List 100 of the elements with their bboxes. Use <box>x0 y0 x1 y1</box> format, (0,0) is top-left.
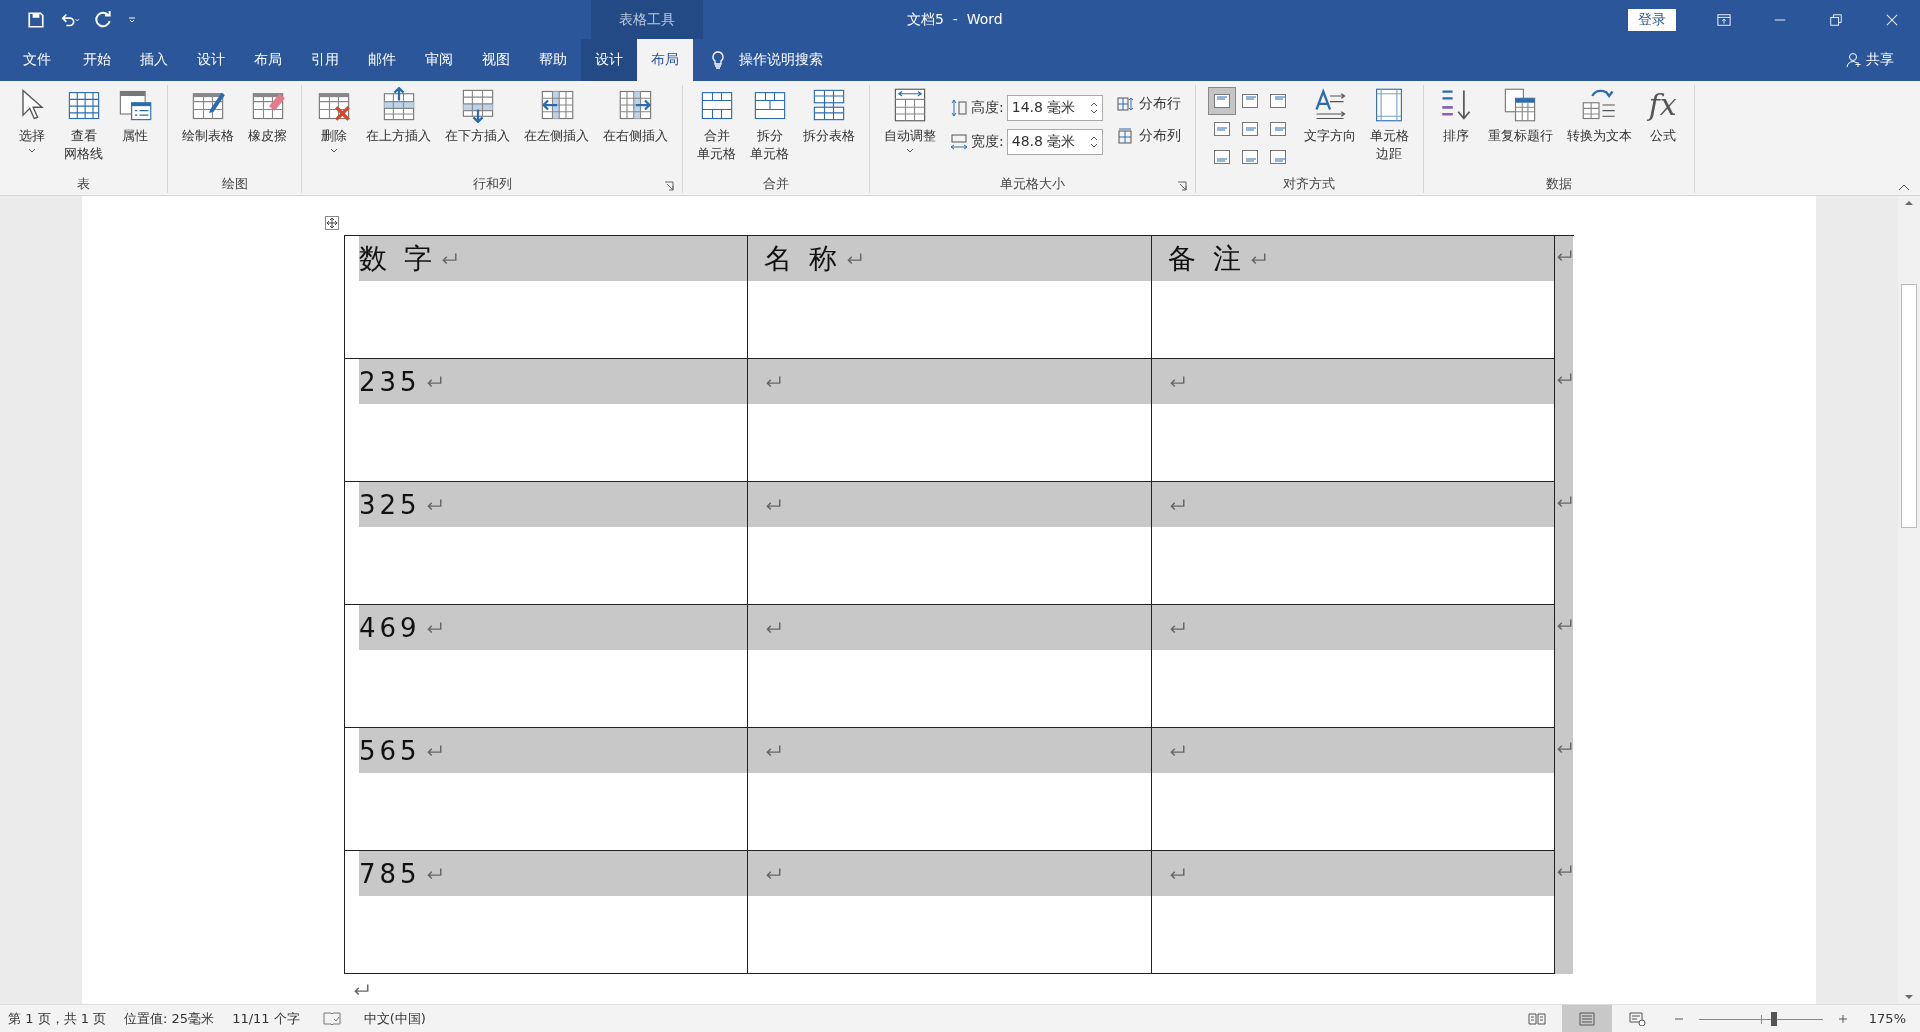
scroll-up-icon[interactable] <box>1904 200 1914 206</box>
share-button[interactable]: 共享 <box>1846 39 1894 81</box>
paragraph-mark-icon <box>1555 249 1573 263</box>
ribbon-button[interactable]: 转换为文本 <box>1560 85 1638 147</box>
restore-icon[interactable] <box>1829 12 1843 27</box>
zoom-in-icon[interactable] <box>1837 1013 1848 1024</box>
ribbon-button[interactable]: 拆分表格 <box>797 85 861 147</box>
zoom-slider-thumb[interactable] <box>1771 1011 1778 1026</box>
group-label: 绘图 <box>221 175 248 193</box>
split-table-icon <box>811 87 847 123</box>
ribbon-button[interactable]: 在右侧插入 <box>597 85 674 147</box>
ribbon-button[interactable]: 自动调整 <box>878 85 942 155</box>
dialog-launcher-icon[interactable] <box>1176 181 1187 191</box>
table-move-handle-icon[interactable] <box>325 216 339 230</box>
ribbon-button[interactable]: 属性 <box>111 85 159 147</box>
table-cell: 565 <box>345 728 748 851</box>
ribbon-tab[interactable]: 设计 <box>182 39 239 81</box>
align-icon <box>1269 94 1286 108</box>
redo-icon[interactable] <box>94 10 114 29</box>
tell-me-search[interactable]: 操作说明搜索 <box>711 39 823 81</box>
ribbon-tab[interactable]: 布局 <box>239 39 296 81</box>
customize-caret-icon[interactable] <box>128 15 136 24</box>
paragraph-mark-icon <box>1555 495 1573 509</box>
print-layout-icon <box>1577 1011 1596 1026</box>
size-label: 高度: <box>971 99 1004 117</box>
ribbon-button[interactable]: 查看 网格线 <box>58 85 109 165</box>
ribbon-small-button[interactable]: 分布列 <box>1116 127 1181 145</box>
group-label: 数据 <box>1545 175 1572 193</box>
vertical-scrollbar[interactable] <box>1898 196 1920 1004</box>
table-cell: 785 <box>345 851 748 974</box>
ribbon-tab[interactable]: 设计 <box>581 39 637 81</box>
distribute-columns-icon <box>1116 128 1133 144</box>
proofing-icon[interactable] <box>322 1011 341 1026</box>
size-field[interactable]: 48.8 毫米 <box>1006 129 1103 155</box>
scrollbar-thumb[interactable] <box>1901 284 1917 528</box>
ribbon-button[interactable]: 选择 <box>8 85 56 155</box>
ribbon-button[interactable]: 在上方插入 <box>360 85 437 147</box>
ribbon-button[interactable]: 橡皮擦 <box>242 85 293 147</box>
login-button[interactable]: 登录 <box>1628 8 1676 31</box>
ribbon-tab[interactable]: 文件 <box>6 39 68 81</box>
ribbon-button[interactable]: 在左侧插入 <box>518 85 595 147</box>
ribbon-tab[interactable]: 插入 <box>125 39 182 81</box>
paragraph-mark-icon <box>764 620 782 635</box>
ribbon-button[interactable]: 文字方向 <box>1297 85 1362 147</box>
table-header-cell: 名 称 <box>748 236 1152 359</box>
paragraph-mark-icon <box>1168 497 1186 512</box>
close-icon[interactable] <box>1885 12 1899 27</box>
dialog-launcher-icon[interactable] <box>664 181 674 191</box>
distribute-rows-icon <box>1116 96 1133 112</box>
size-field[interactable]: 14.8 毫米 <box>1006 95 1103 121</box>
zoom-level[interactable]: 175% <box>1868 1011 1906 1026</box>
table-cell: 235 <box>345 359 748 482</box>
collapse-ribbon-icon[interactable] <box>1898 183 1910 191</box>
save-icon[interactable] <box>26 10 46 29</box>
column-width-icon <box>950 133 968 151</box>
ribbon-tab[interactable]: 邮件 <box>353 39 410 81</box>
paragraph-mark-icon <box>764 497 782 512</box>
align-icon <box>1241 122 1258 136</box>
window-title: 文档5 - Word <box>906 9 1004 29</box>
ribbon-tab[interactable]: 开始 <box>68 39 125 81</box>
ribbon-button[interactable]: 删除 <box>310 85 358 155</box>
table-cell: 325 <box>345 482 748 605</box>
ribbon-button[interactable]: 绘制表格 <box>176 85 240 147</box>
ribbon-button[interactable]: 重复标题行 <box>1481 85 1559 147</box>
ribbon-button[interactable]: 合并 单元格 <box>691 85 742 165</box>
language-indicator[interactable]: 中文(中国) <box>363 1009 426 1028</box>
ribbon-tab[interactable]: 引用 <box>296 39 353 81</box>
ribbon-tab[interactable]: 帮助 <box>524 39 581 81</box>
ribbon-tab[interactable]: 视图 <box>467 39 524 81</box>
align-button[interactable] <box>1207 87 1236 115</box>
align-icon <box>1269 122 1286 136</box>
align-icon <box>1241 94 1258 108</box>
word-count[interactable]: 11/11 个字 <box>232 1009 300 1028</box>
align-icon <box>1269 150 1286 164</box>
paragraph-mark-icon <box>1555 864 1573 878</box>
align-icon <box>1213 122 1230 136</box>
group-label: 合并 <box>763 175 789 193</box>
paragraph-mark-icon <box>764 866 782 881</box>
ribbon-button[interactable]: fx 公式 <box>1639 85 1686 147</box>
ribbon-display-icon[interactable] <box>1717 12 1731 27</box>
read-mode-icon <box>1527 1011 1546 1026</box>
paragraph-mark-icon <box>1168 866 1186 881</box>
paragraph-mark-icon <box>1555 372 1573 386</box>
align-icon <box>1241 150 1258 164</box>
spinner-icon <box>1089 100 1098 116</box>
ribbon-button[interactable]: 拆分 单元格 <box>744 85 795 165</box>
group-label: 对齐方式 <box>1283 175 1336 193</box>
paragraph-mark-icon <box>1168 620 1186 635</box>
ribbon-button[interactable]: 单元格 边距 <box>1363 85 1415 165</box>
lightbulb-icon <box>711 51 725 69</box>
ribbon-button[interactable]: 在下方插入 <box>439 85 516 147</box>
ribbon-small-button[interactable]: 分布行 <box>1116 95 1181 113</box>
paragraph-mark-icon <box>352 983 370 997</box>
ribbon-tab[interactable]: 布局 <box>637 39 693 81</box>
align-icon <box>1213 150 1230 164</box>
paragraph-mark-icon <box>1168 743 1186 758</box>
page-count[interactable]: 第 1 页，共 1 页 <box>8 1009 107 1028</box>
scroll-down-icon[interactable] <box>1904 994 1914 1000</box>
ribbon-button[interactable]: 排序 <box>1431 85 1480 147</box>
ribbon-tab[interactable]: 审阅 <box>410 39 467 81</box>
